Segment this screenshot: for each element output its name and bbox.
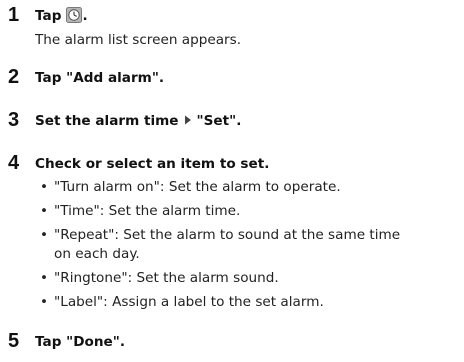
step-1-title-suffix: .: [82, 8, 88, 24]
step-3-number: 3: [8, 109, 20, 131]
list-item: • "Label": Assign a label to the set alar…: [40, 293, 324, 311]
step-3-title: Set the alarm time "Set".: [35, 112, 241, 130]
step-5-title: Tap "Done".: [35, 334, 126, 350]
step-1-number: 1: [8, 4, 20, 26]
bullet-text: "Turn alarm on": Set the alarm to operat…: [54, 179, 341, 195]
list-item: • "Turn alarm on": Set the alarm to opera…: [40, 178, 341, 196]
bullet-text: "Repeat": Set the alarm to sound at the …: [54, 227, 401, 243]
right-triangle-arrow-icon: [184, 112, 192, 125]
step-1-description: The alarm list screen appears.: [35, 32, 242, 48]
bullet-continuation: on each day.: [54, 246, 140, 262]
bullet-marker: •: [40, 270, 49, 286]
instruction-document: 1 Tap . The alarm list screen appears. 2…: [0, 0, 464, 362]
bullet-marker: •: [40, 227, 49, 243]
clock-app-icon: [66, 7, 83, 23]
step-1-title-prefix: Tap: [35, 8, 62, 24]
bullet-marker: •: [40, 203, 49, 219]
step-2-title: Tap "Add alarm".: [35, 70, 165, 86]
step-1-title: Tap .: [35, 7, 88, 25]
step-3-title-prefix: Set the alarm time: [35, 113, 179, 129]
step-3-title-suffix: "Set".: [196, 113, 242, 129]
step-2-number: 2: [8, 66, 20, 88]
bullet-text: "Label": Assign a label to the set alarm…: [54, 294, 324, 310]
step-5-number: 5: [8, 330, 20, 352]
bullet-text: "Time": Set the alarm time.: [54, 203, 241, 219]
list-item: • "Ringtone": Set the alarm sound.: [40, 269, 279, 287]
bullet-text: "Ringtone": Set the alarm sound.: [54, 270, 279, 286]
step-4-number: 4: [8, 152, 20, 174]
list-item: • "Repeat": Set the alarm to sound at the…: [40, 226, 400, 244]
bullet-marker: •: [40, 294, 49, 310]
bullet-marker: •: [40, 179, 49, 195]
step-4-title: Check or select an item to set.: [35, 156, 270, 172]
list-item: • "Time": Set the alarm time.: [40, 202, 240, 220]
